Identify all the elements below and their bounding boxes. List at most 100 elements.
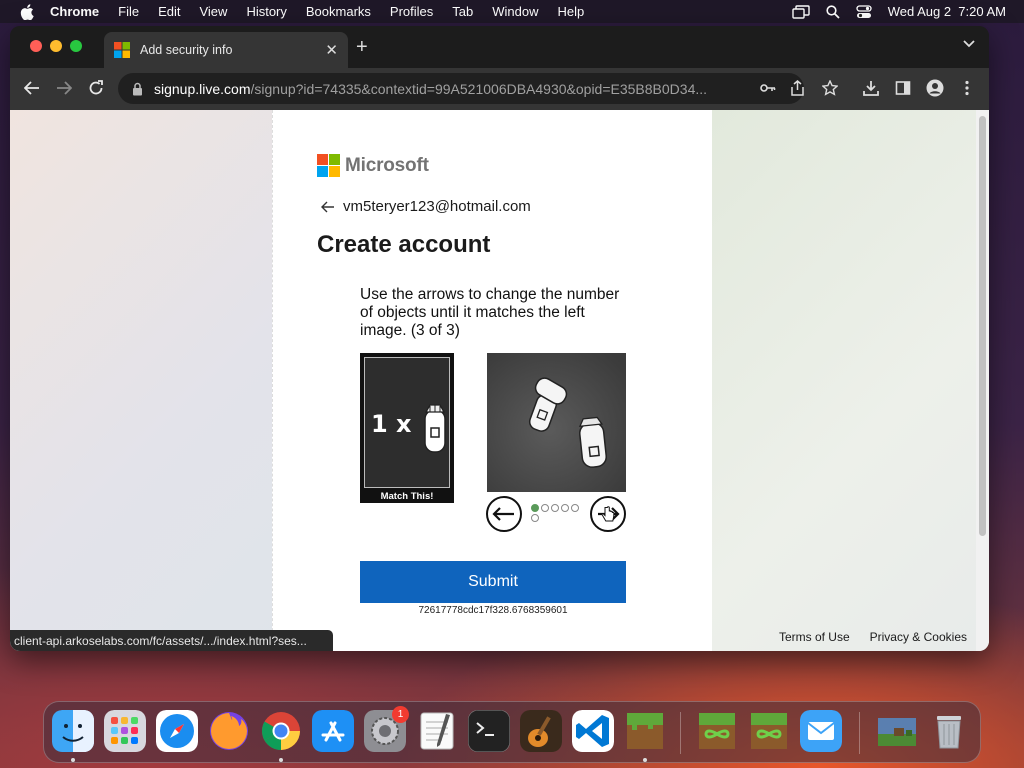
tab-strip: Add security info ✕ + (10, 26, 989, 68)
download-icon[interactable] (863, 80, 879, 96)
spotlight-search-icon[interactable] (826, 4, 840, 19)
chrome-window: Add security info ✕ + signup.live.com/si… (10, 26, 989, 651)
captcha-instruction: Use the arrows to change the number of o… (360, 286, 620, 339)
menu-edit[interactable]: Edit (158, 4, 180, 19)
background-left (10, 110, 272, 651)
chrome-icon[interactable] (260, 710, 302, 752)
url-path: /signup?id=74335&contextid=99A521006DBA4… (250, 80, 708, 97)
menu-bookmarks[interactable]: Bookmarks (306, 4, 371, 19)
textedit-icon[interactable] (416, 710, 458, 752)
settings-notification-badge: 1 (392, 706, 409, 723)
minimize-window-button[interactable] (50, 40, 62, 52)
page-scrollbar[interactable] (976, 110, 989, 651)
microsoft-favicon-icon (114, 42, 130, 58)
safari-icon[interactable] (156, 710, 198, 752)
apple-logo-icon[interactable] (20, 3, 34, 20)
minecraft-icon[interactable] (624, 710, 666, 752)
carousel-dot (561, 504, 569, 512)
carousel-dot (571, 504, 579, 512)
mail-icon[interactable] (800, 710, 842, 752)
forward-arrow-icon[interactable] (56, 80, 72, 96)
page-viewport: Microsoft vm5teryer123@hotmail.com Creat… (10, 110, 989, 651)
bookmark-star-icon[interactable] (822, 80, 838, 96)
hand-pointer-cursor-icon (601, 506, 615, 522)
carousel-dot (551, 504, 559, 512)
menu-app-name[interactable]: Chrome (50, 4, 99, 19)
browser-toolbar: signup.live.com/signup?id=74335&contexti… (10, 68, 989, 110)
captcha-puzzle-image (487, 353, 626, 492)
tab-title: Add security info (140, 43, 233, 57)
reference-panel: 1 x (364, 357, 450, 488)
carousel-dots (531, 504, 581, 526)
reference-count-text: 1 x (371, 410, 412, 438)
control-center-icon[interactable] (856, 4, 872, 19)
terminal-icon[interactable] (468, 710, 510, 752)
profile-avatar-icon[interactable] (926, 79, 944, 97)
app-store-icon[interactable] (312, 710, 354, 752)
more-menu-icon[interactable] (965, 80, 969, 96)
link-status-bubble: client-api.arkoselabs.com/fc/assets/.../… (10, 630, 333, 651)
arrow-left-icon (492, 507, 514, 521)
puzzle-scene (487, 353, 626, 492)
minecraft-launcher-2-icon[interactable] (748, 710, 790, 752)
reload-icon[interactable] (88, 80, 104, 96)
menu-profiles[interactable]: Profiles (390, 4, 433, 19)
back-arrow-icon[interactable] (24, 80, 40, 96)
menu-tab[interactable]: Tab (452, 4, 473, 19)
signup-card: Microsoft vm5teryer123@hotmail.com Creat… (272, 110, 712, 651)
background-right (712, 110, 976, 651)
garageband-icon[interactable] (520, 710, 562, 752)
menu-bar-extras: Wed Aug 2 7:20 AM (792, 0, 1006, 23)
microsoft-wordmark: Microsoft (345, 154, 429, 176)
finder-running-indicator (71, 758, 75, 762)
screen-mirroring-icon[interactable] (792, 4, 810, 19)
tab-search-chevron-icon[interactable] (963, 40, 975, 48)
account-email: vm5teryer123@hotmail.com (343, 198, 531, 215)
side-panel-icon[interactable] (895, 80, 911, 96)
zoom-window-button[interactable] (70, 40, 82, 52)
finder-icon[interactable] (52, 710, 94, 752)
url-host: signup.live.com (154, 80, 251, 97)
carousel-dot (531, 514, 539, 522)
menu-history[interactable]: History (246, 4, 286, 19)
match-this-label: Match This! (380, 491, 434, 502)
macos-dock: 1 (43, 701, 981, 763)
minecraft-launcher-icon[interactable] (696, 710, 738, 752)
scrollbar-thumb[interactable] (979, 116, 986, 536)
new-tab-icon[interactable]: + (356, 37, 368, 57)
carousel-dot (541, 504, 549, 512)
minecraft-running-indicator (643, 758, 647, 762)
privacy-link[interactable]: Privacy & Cookies (870, 630, 967, 644)
submit-button[interactable]: Submit (360, 561, 626, 603)
menu-help[interactable]: Help (558, 4, 585, 19)
dock-separator (680, 712, 681, 754)
share-icon[interactable] (791, 80, 804, 96)
lock-icon[interactable] (132, 82, 143, 96)
vscode-icon[interactable] (572, 710, 614, 752)
minecraft-world-icon[interactable] (876, 710, 918, 752)
password-key-icon[interactable] (760, 82, 776, 94)
close-tab-icon[interactable]: ✕ (325, 41, 338, 59)
firefox-icon[interactable] (208, 710, 250, 752)
terms-link[interactable]: Terms of Use (779, 630, 850, 644)
chrome-running-indicator (279, 758, 283, 762)
tab-add-security-info[interactable]: Add security info ✕ (104, 32, 348, 68)
menu-window[interactable]: Window (492, 4, 538, 19)
microsoft-logo-icon (317, 154, 340, 177)
address-bar[interactable]: signup.live.com/signup?id=74335&contexti… (118, 73, 804, 104)
page-title: Create account (317, 231, 491, 258)
menu-view[interactable]: View (199, 4, 227, 19)
dock-separator-2 (859, 712, 860, 754)
menu-file[interactable]: File (118, 4, 139, 19)
trash-icon[interactable] (928, 710, 970, 752)
back-arrow-icon[interactable] (321, 201, 335, 213)
microsoft-logo: Microsoft (317, 154, 429, 177)
close-window-button[interactable] (30, 40, 42, 52)
session-code: 72617778cdc17f328.6768359601 (418, 605, 568, 616)
captcha-reference-image: 1 x Match This! (360, 353, 454, 503)
menu-bar-clock[interactable]: Wed Aug 2 7:20 AM (888, 4, 1006, 19)
launchpad-icon[interactable] (104, 710, 146, 752)
reference-object-icon (424, 404, 446, 453)
carousel-dot (531, 504, 539, 512)
previous-arrow-button[interactable] (486, 496, 522, 532)
